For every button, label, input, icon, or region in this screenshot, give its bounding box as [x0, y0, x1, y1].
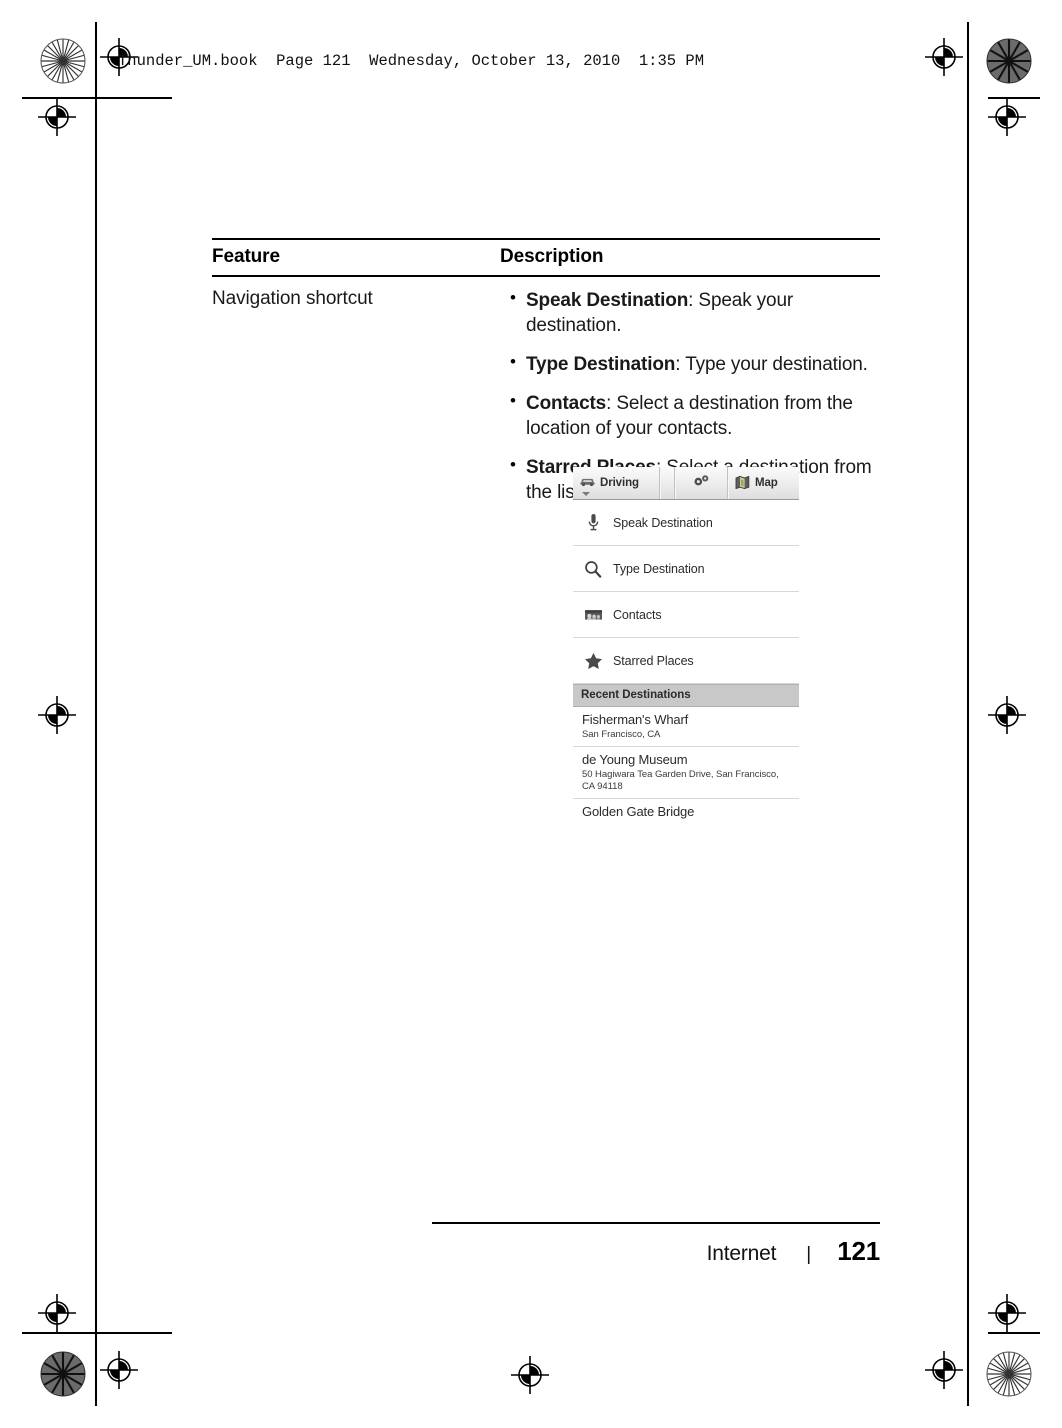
- registration-mark-mid-left: [38, 696, 76, 734]
- registration-mark-mid-right: [988, 696, 1026, 734]
- list-item-label: Starred Places: [613, 653, 694, 668]
- car-icon: [580, 476, 595, 490]
- registration-mark-top-left: [38, 98, 76, 136]
- destination-name: de Young Museum: [582, 752, 688, 768]
- registration-mark-bottom-left: [38, 1294, 76, 1332]
- navigation-app-screenshot: Driving Map Speak Destination Type Desti…: [573, 467, 799, 822]
- trim-rule-left-vertical: [95, 22, 97, 1406]
- settings-button[interactable]: [675, 467, 727, 499]
- list-item: Speak Destination: Speak your destinatio…: [508, 287, 880, 338]
- trim-rule-bottom-right-horizontal: [988, 1332, 1040, 1334]
- list-item[interactable]: Golden Gate Bridge: [573, 799, 799, 822]
- gears-icon: [692, 474, 711, 492]
- list-item-contacts[interactable]: Contacts: [573, 592, 799, 638]
- folded-map-icon: [735, 475, 750, 492]
- trim-rule-top-left-horizontal: [22, 97, 172, 99]
- magnifier-icon: [583, 559, 603, 579]
- table-header-cell-feature: Feature: [212, 246, 500, 268]
- column-header-feature: Feature: [212, 246, 280, 268]
- feature-name: Navigation shortcut: [212, 287, 373, 309]
- printer-marks-layer: [0, 0, 1062, 1428]
- bullet-term: Contacts: [526, 393, 607, 415]
- destination-address: San Francisco, CA: [582, 728, 661, 740]
- page-footer: Internet | 121: [432, 1236, 881, 1267]
- list-item: Type Destination: Type your destination.: [508, 351, 880, 377]
- star-target-top-right: [986, 38, 1032, 84]
- page-number: 121: [837, 1236, 880, 1266]
- recent-destinations-header: Recent Destinations: [573, 684, 799, 707]
- trim-rule-bottom-left-horizontal: [22, 1332, 172, 1334]
- destination-name: Fisherman's Wharf: [582, 712, 689, 727]
- star-target-top-left: [40, 38, 86, 84]
- table-header-row: Feature Description: [212, 240, 880, 275]
- travel-mode-button[interactable]: Driving: [573, 467, 659, 499]
- footer-separator: |: [806, 1244, 812, 1265]
- trim-rule-top-right-horizontal: [988, 97, 1040, 99]
- list-item[interactable]: de Young Museum 50 Hagiwara Tea Garden D…: [573, 747, 799, 800]
- registration-mark-top-right-inner: [925, 38, 963, 76]
- star-target-bottom-left: [40, 1351, 86, 1397]
- caret-down-icon: [582, 492, 590, 496]
- registration-mark-bottom-center: [511, 1356, 549, 1394]
- travel-mode-label: Driving: [600, 477, 639, 489]
- print-header-line: Thunder_UM.book Page 121 Wednesday, Octo…: [118, 52, 704, 70]
- footer-rule: [432, 1222, 880, 1224]
- microphone-icon: [583, 513, 603, 533]
- destination-name: Golden Gate Bridge: [582, 804, 695, 820]
- list-item-label: Contacts: [613, 607, 662, 622]
- map-button[interactable]: Map: [728, 467, 799, 499]
- list-item[interactable]: Fisherman's Wharf San Francisco, CA: [573, 707, 799, 748]
- registration-mark-bottom-right-inner: [925, 1351, 963, 1389]
- list-item: Contacts: Select a destination from the …: [508, 390, 880, 441]
- bullet-text: : Type your destination.: [675, 353, 868, 375]
- column-header-description: Description: [500, 246, 604, 268]
- trim-rule-right-vertical: [967, 22, 969, 1406]
- footer-section-name: Internet: [706, 1242, 777, 1265]
- registration-mark-top-right: [988, 98, 1026, 136]
- registration-mark-bottom-left-inner: [100, 1351, 138, 1389]
- list-item-label: Type Destination: [613, 561, 705, 576]
- destination-address: 50 Hagiwara Tea Garden Drive, San Franci…: [582, 769, 779, 792]
- contacts-icon: [583, 605, 603, 625]
- app-toolbar: Driving Map: [573, 467, 799, 500]
- feature-table: Feature Description Navigation shortcut …: [212, 238, 880, 505]
- list-item-type-destination[interactable]: Type Destination: [573, 546, 799, 592]
- list-item-starred-places[interactable]: Starred Places: [573, 638, 799, 684]
- bullet-term: Type Destination: [526, 353, 676, 375]
- list-item-label: Speak Destination: [613, 515, 713, 530]
- map-label: Map: [755, 477, 778, 489]
- star-target-bottom-right: [986, 1351, 1032, 1397]
- bullet-term: Speak Destination: [526, 289, 689, 311]
- star-icon: [583, 651, 603, 671]
- table-header-cell-description: Description: [500, 246, 880, 268]
- list-item-speak-destination[interactable]: Speak Destination: [573, 500, 799, 546]
- registration-mark-bottom-right: [988, 1294, 1026, 1332]
